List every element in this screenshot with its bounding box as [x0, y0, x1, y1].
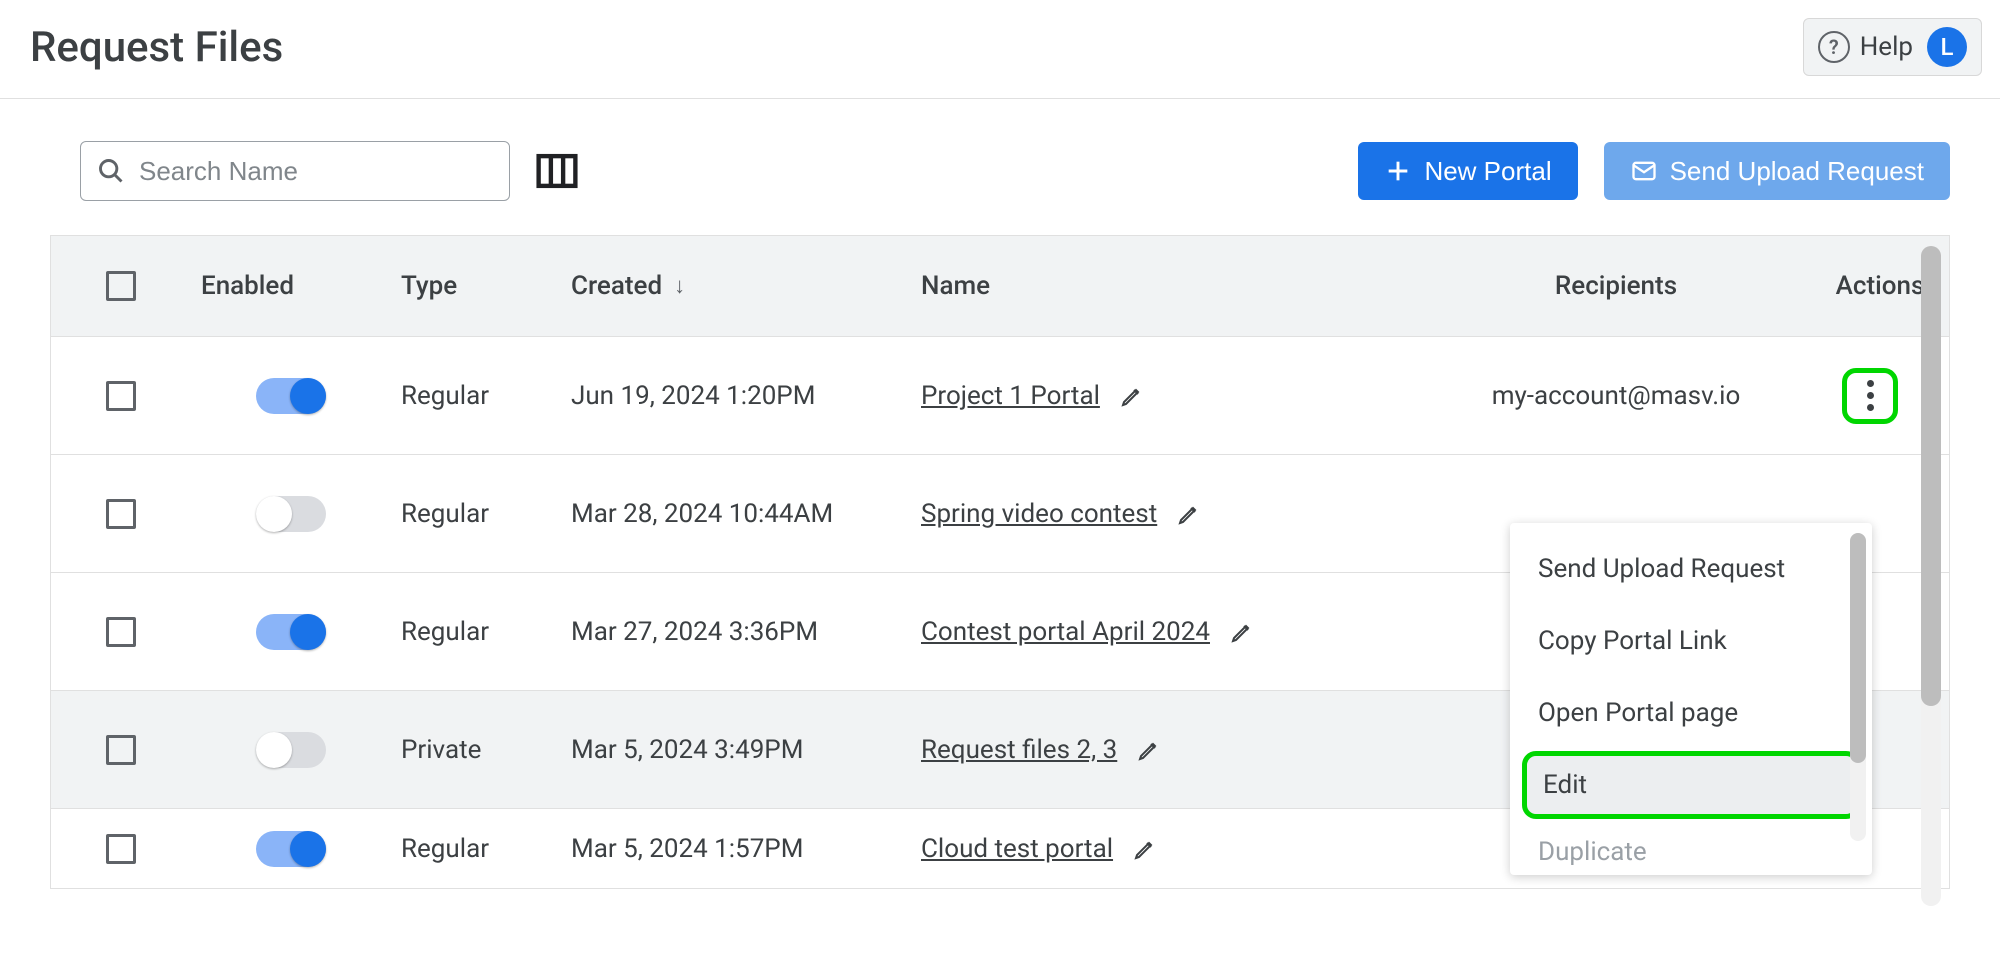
- th-created[interactable]: Created ↓: [561, 271, 911, 301]
- search-box[interactable]: [80, 141, 510, 201]
- more-vert-icon: [1867, 380, 1874, 411]
- toolbar: New Portal Send Upload Request: [0, 99, 2000, 235]
- th-recipients[interactable]: Recipients: [1421, 271, 1811, 301]
- help-icon: ?: [1818, 31, 1850, 63]
- plus-icon: [1384, 157, 1412, 185]
- th-select-all[interactable]: [51, 271, 191, 301]
- cell-created: Mar 28, 2024 10:44AM: [561, 499, 911, 529]
- menu-item-copy-portal-link[interactable]: Copy Portal Link: [1510, 605, 1872, 677]
- checkbox-icon: [106, 271, 136, 301]
- row-actions-menu: Send Upload Request Copy Portal Link Ope…: [1510, 523, 1872, 875]
- portal-name-link[interactable]: Cloud test portal: [921, 834, 1113, 864]
- cell-created: Mar 5, 2024 3:49PM: [561, 735, 911, 765]
- search-input[interactable]: [139, 156, 493, 187]
- cell-created: Mar 5, 2024 1:57PM: [561, 834, 911, 864]
- menu-item-send-upload-request[interactable]: Send Upload Request: [1510, 533, 1872, 605]
- th-type[interactable]: Type: [391, 271, 561, 301]
- sort-desc-icon: ↓: [674, 273, 685, 299]
- scrollbar-thumb[interactable]: [1850, 533, 1866, 763]
- help-button[interactable]: ? Help: [1818, 31, 1913, 63]
- portal-name-link[interactable]: Request files 2, 3: [921, 735, 1117, 765]
- enabled-toggle[interactable]: [256, 496, 326, 532]
- pencil-icon[interactable]: [1230, 620, 1254, 644]
- send-upload-request-button[interactable]: Send Upload Request: [1604, 142, 1950, 200]
- cell-type: Private: [391, 735, 561, 765]
- pencil-icon[interactable]: [1133, 837, 1157, 861]
- columns-button[interactable]: [536, 153, 578, 189]
- portal-name-link[interactable]: Contest portal April 2024: [921, 617, 1210, 647]
- th-enabled[interactable]: Enabled: [191, 271, 391, 301]
- enabled-toggle[interactable]: [256, 614, 326, 650]
- header-right-group: ? Help L: [1803, 18, 1982, 76]
- cell-type: Regular: [391, 617, 561, 647]
- menu-item-duplicate[interactable]: Duplicate: [1510, 821, 1872, 865]
- portal-name-link[interactable]: Project 1 Portal: [921, 381, 1100, 411]
- pencil-icon[interactable]: [1137, 738, 1161, 762]
- cell-created: Mar 27, 2024 3:36PM: [561, 617, 911, 647]
- menu-item-edit[interactable]: Edit: [1522, 751, 1860, 819]
- new-portal-button[interactable]: New Portal: [1358, 142, 1577, 200]
- avatar[interactable]: L: [1927, 27, 1967, 67]
- mail-icon: [1630, 157, 1658, 185]
- table-row: Regular Jun 19, 2024 1:20PM Project 1 Po…: [51, 336, 1949, 454]
- enabled-toggle[interactable]: [256, 831, 326, 867]
- cell-type: Regular: [391, 834, 561, 864]
- pencil-icon[interactable]: [1120, 384, 1144, 408]
- cell-type: Regular: [391, 381, 561, 411]
- row-actions-button[interactable]: [1842, 368, 1898, 424]
- pencil-icon[interactable]: [1177, 502, 1201, 526]
- enabled-toggle[interactable]: [256, 732, 326, 768]
- menu-item-open-portal-page[interactable]: Open Portal page: [1510, 677, 1872, 749]
- row-checkbox[interactable]: [51, 499, 191, 529]
- row-checkbox[interactable]: [51, 381, 191, 411]
- cell-created: Jun 19, 2024 1:20PM: [561, 381, 911, 411]
- send-upload-request-label: Send Upload Request: [1670, 156, 1924, 187]
- table-header-row: Enabled Type Created ↓ Name Recipients A…: [51, 236, 1949, 336]
- page-header: Request Files ? Help L: [0, 0, 2000, 99]
- enabled-toggle[interactable]: [256, 378, 326, 414]
- row-checkbox[interactable]: [51, 735, 191, 765]
- cell-type: Regular: [391, 499, 561, 529]
- row-checkbox[interactable]: [51, 617, 191, 647]
- menu-scrollbar[interactable]: [1850, 533, 1866, 841]
- help-label: Help: [1860, 32, 1913, 62]
- page-title: Request Files: [30, 23, 283, 72]
- table-scrollbar[interactable]: [1921, 246, 1941, 906]
- scrollbar-thumb[interactable]: [1921, 246, 1941, 706]
- th-created-label: Created: [571, 271, 662, 301]
- cell-recipients: my-account@masv.io: [1421, 381, 1811, 411]
- new-portal-label: New Portal: [1424, 156, 1551, 187]
- search-icon: [97, 157, 125, 185]
- th-name[interactable]: Name: [911, 271, 1421, 301]
- row-checkbox[interactable]: [51, 834, 191, 864]
- portal-name-link[interactable]: Spring video contest: [921, 499, 1157, 529]
